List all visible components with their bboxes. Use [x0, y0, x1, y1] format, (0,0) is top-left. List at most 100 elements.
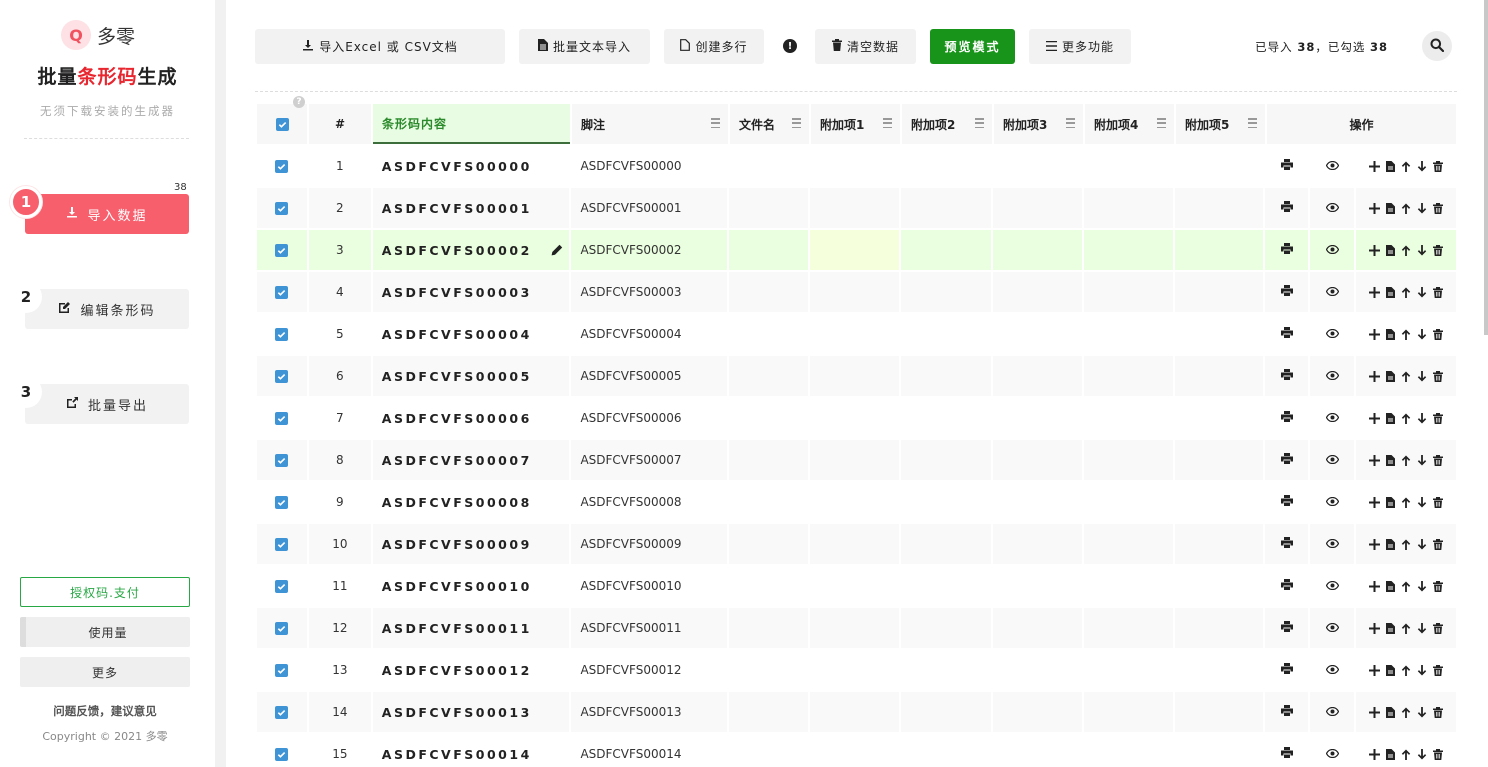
row-select-cell[interactable] [257, 692, 307, 732]
row-ext3[interactable] [992, 734, 1082, 767]
print-icon[interactable] [1280, 327, 1293, 341]
row-barcode-content[interactable]: ASDFCVFS00012 [372, 650, 570, 690]
row-view[interactable] [1310, 650, 1355, 690]
table-row[interactable]: 2 ASDFCVFS00001 ASDFCVFS00001 [257, 188, 1457, 228]
row-ext5[interactable] [1174, 440, 1264, 480]
sidebar-more-button[interactable]: 更多 [20, 657, 190, 687]
header-note[interactable]: 脚注 [572, 104, 728, 144]
import-excel-button[interactable]: 导入Excel 或 CSV文档 [255, 29, 505, 64]
row-barcode-content[interactable]: ASDFCVFS00011 [372, 608, 570, 648]
batch-text-import-button[interactable]: 批量文本导入 [519, 29, 650, 64]
row-print[interactable] [1265, 398, 1309, 438]
row-barcode-content[interactable]: ASDFCVFS00009 [372, 524, 570, 564]
row-ext3[interactable] [992, 482, 1082, 522]
arrow-down-icon[interactable] [1417, 202, 1427, 214]
row-filename[interactable] [729, 608, 809, 648]
row-ext3[interactable] [992, 608, 1082, 648]
row-ext3[interactable] [992, 440, 1082, 480]
arrow-down-icon[interactable] [1417, 580, 1427, 592]
row-ext2[interactable] [900, 482, 991, 522]
arrow-down-icon[interactable] [1417, 538, 1427, 550]
row-ext2[interactable] [900, 608, 991, 648]
print-icon[interactable] [1280, 453, 1293, 467]
arrow-down-icon[interactable] [1417, 286, 1427, 298]
row-ext5[interactable] [1174, 272, 1264, 312]
file-icon[interactable] [1386, 538, 1396, 550]
print-icon[interactable] [1280, 159, 1293, 173]
row-ext1[interactable] [810, 146, 899, 186]
row-ext1[interactable] [810, 314, 899, 354]
row-select-cell[interactable] [257, 482, 307, 522]
row-ext2[interactable] [900, 314, 991, 354]
row-ext4[interactable] [1083, 314, 1173, 354]
row-ext5[interactable] [1174, 314, 1264, 354]
file-icon[interactable] [1386, 328, 1396, 340]
row-ext3[interactable] [992, 356, 1082, 396]
row-ext2[interactable] [900, 440, 991, 480]
table-row[interactable]: 7 ASDFCVFS00006 ASDFCVFS00006 [257, 398, 1457, 438]
eye-icon[interactable] [1325, 411, 1339, 425]
print-icon[interactable] [1280, 705, 1293, 719]
eye-icon[interactable] [1325, 243, 1339, 257]
arrow-down-icon[interactable] [1417, 370, 1427, 382]
row-ext4[interactable] [1083, 524, 1173, 564]
table-row[interactable]: 8 ASDFCVFS00007 ASDFCVFS00007 [257, 440, 1457, 480]
row-view[interactable] [1310, 566, 1355, 606]
trash-icon[interactable] [1433, 454, 1444, 466]
row-select-cell[interactable] [257, 566, 307, 606]
trash-icon[interactable] [1433, 328, 1444, 340]
print-icon[interactable] [1280, 621, 1293, 635]
row-ext1[interactable] [810, 608, 899, 648]
row-view[interactable] [1310, 482, 1355, 522]
row-ext4[interactable] [1083, 692, 1173, 732]
row-checkbox[interactable] [275, 747, 289, 761]
row-checkbox[interactable] [275, 663, 289, 677]
row-checkbox[interactable] [275, 285, 289, 299]
row-view[interactable] [1310, 272, 1355, 312]
row-checkbox[interactable] [275, 327, 289, 341]
plus-icon[interactable] [1369, 202, 1381, 214]
row-ext1[interactable] [810, 524, 899, 564]
row-ext4[interactable] [1083, 608, 1173, 648]
row-ext3[interactable] [992, 146, 1082, 186]
row-barcode-content[interactable]: ASDFCVFS00004 [372, 314, 570, 354]
row-ext1[interactable] [810, 692, 899, 732]
table-row[interactable]: 11 ASDFCVFS00010 ASDFCVFS00010 [257, 566, 1457, 606]
feedback-link[interactable]: 问题反馈，建议意见 [0, 703, 210, 719]
trash-icon[interactable] [1433, 706, 1444, 718]
row-checkbox[interactable] [275, 705, 289, 719]
row-barcode-content[interactable]: ASDFCVFS00007 [372, 440, 570, 480]
arrow-down-icon[interactable] [1417, 664, 1427, 676]
row-filename[interactable] [729, 356, 809, 396]
header-file[interactable]: 文件名 [730, 104, 809, 144]
row-ext2[interactable] [900, 650, 991, 690]
eye-icon[interactable] [1325, 495, 1339, 509]
row-checkbox[interactable] [275, 369, 289, 383]
row-ext5[interactable] [1174, 482, 1264, 522]
arrow-down-icon[interactable] [1417, 622, 1427, 634]
row-ext5[interactable] [1174, 650, 1264, 690]
file-icon[interactable] [1386, 622, 1396, 634]
eye-icon[interactable] [1325, 621, 1339, 635]
print-icon[interactable] [1280, 243, 1293, 257]
row-ext2[interactable] [900, 272, 991, 312]
row-print[interactable] [1265, 650, 1309, 690]
arrow-down-icon[interactable] [1417, 748, 1427, 760]
eye-icon[interactable] [1325, 537, 1339, 551]
row-ext1[interactable] [810, 566, 899, 606]
row-checkbox[interactable] [275, 621, 289, 635]
row-print[interactable] [1265, 188, 1309, 228]
row-ext5[interactable] [1174, 608, 1264, 648]
row-print[interactable] [1265, 230, 1309, 270]
row-ext3[interactable] [992, 314, 1082, 354]
row-print[interactable] [1265, 566, 1309, 606]
row-barcode-content[interactable]: ASDFCVFS00002 [372, 230, 570, 270]
row-ext5[interactable] [1174, 734, 1264, 767]
row-barcode-content[interactable]: ASDFCVFS00008 [372, 482, 570, 522]
row-view[interactable] [1310, 356, 1355, 396]
trash-icon[interactable] [1433, 622, 1444, 634]
table-row[interactable]: 5 ASDFCVFS00004 ASDFCVFS00004 [257, 314, 1457, 354]
row-view[interactable] [1310, 440, 1355, 480]
file-icon[interactable] [1386, 160, 1396, 172]
row-ext4[interactable] [1083, 356, 1173, 396]
